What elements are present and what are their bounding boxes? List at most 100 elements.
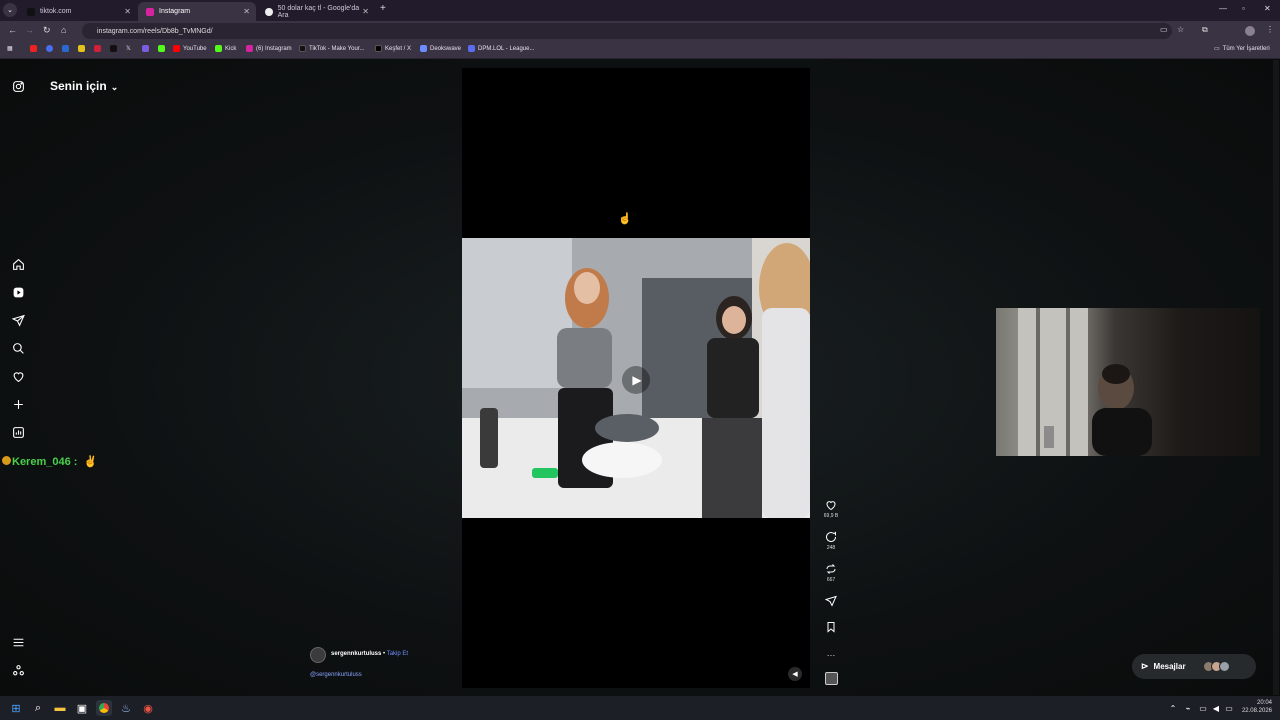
reload-icon[interactable]: ↻ xyxy=(43,25,51,36)
taskbar-search-icon[interactable]: ⌕ xyxy=(30,700,46,716)
network-icon[interactable]: ⌁ xyxy=(1180,700,1196,716)
audio-thumbnail[interactable] xyxy=(822,672,840,685)
home-icon[interactable]: ⌂ xyxy=(61,25,66,35)
webcam-overlay xyxy=(996,308,1260,456)
mute-icon[interactable]: ◀ xyxy=(788,667,802,681)
x-icon[interactable]: 𝕏 xyxy=(126,45,131,52)
messages-button[interactable]: ⊳ Mesajlar xyxy=(1132,654,1256,679)
bookmark-tiktok[interactable]: TikTok - Make Your... xyxy=(299,45,364,52)
meta-apps-icon[interactable] xyxy=(11,663,25,677)
avatar-stack xyxy=(1202,661,1230,672)
apps-icon[interactable]: ▦ xyxy=(7,45,13,52)
dashboard-icon[interactable] xyxy=(11,425,25,439)
follow-button[interactable]: Takip Et xyxy=(387,651,408,657)
instagram-logo-icon[interactable] xyxy=(11,79,25,93)
audio-icon xyxy=(824,672,838,685)
chrome-logo xyxy=(99,703,109,713)
chat-message: Kerem_046 : ✌ xyxy=(2,455,97,468)
address-bar[interactable]: instagram.com/reels/Db8b_TvMNGd/ xyxy=(82,23,1172,39)
bookmark-star-icon[interactable]: ☆ xyxy=(1177,25,1184,34)
bookmark-icon xyxy=(827,622,835,633)
author-avatar[interactable] xyxy=(310,647,326,663)
badge-icon xyxy=(2,456,11,465)
bookmark-icon[interactable] xyxy=(46,45,56,52)
kick-icon[interactable] xyxy=(158,45,168,52)
bookmark-icon[interactable] xyxy=(78,45,88,52)
steam-icon[interactable]: ♨ xyxy=(118,700,134,716)
reels-icon[interactable] xyxy=(11,285,25,299)
system-clock[interactable]: 20:04 22.08.2026 xyxy=(1242,699,1272,715)
tab-tiktok[interactable]: tiktok.com ✕ xyxy=(19,2,137,21)
comment-icon xyxy=(826,531,836,542)
cast-icon[interactable]: ▭ xyxy=(1160,25,1168,34)
close-tab-icon[interactable]: ✕ xyxy=(124,7,131,16)
search-icon[interactable] xyxy=(11,341,25,355)
comment-button[interactable]: 248 xyxy=(822,531,840,551)
feed-selector[interactable]: Senin için ⌄ xyxy=(50,79,118,93)
bookmark-dpm[interactable]: DPM.LOL - League... xyxy=(468,45,534,52)
bookmark-deokswave[interactable]: Deokswave xyxy=(420,45,461,52)
bookmark-instagram[interactable]: (6) Instagram xyxy=(246,45,292,52)
tiktok-icon xyxy=(27,7,35,16)
extensions-icon[interactable]: ⧉ xyxy=(1202,25,1208,35)
mouse-cursor: ☝ xyxy=(618,213,632,225)
chrome-icon[interactable] xyxy=(96,700,112,716)
bookmark-x[interactable]: Keşfet / X xyxy=(375,45,411,52)
close-tab-icon[interactable]: ✕ xyxy=(243,7,250,16)
repost-button[interactable]: 667 xyxy=(822,563,840,583)
create-plus-icon[interactable] xyxy=(11,397,25,411)
window-close-icon[interactable]: ✕ xyxy=(1264,4,1271,13)
store-icon[interactable]: ▣ xyxy=(74,700,90,716)
tab-search-icon[interactable]: ⌄ xyxy=(3,3,17,17)
google-icon xyxy=(265,7,273,16)
all-bookmarks[interactable]: ▭ Tüm Yer İşaretleri xyxy=(1214,45,1270,53)
menu-hamburger-icon[interactable] xyxy=(11,635,25,649)
windows-taskbar xyxy=(0,696,1280,720)
bookmark-icon[interactable] xyxy=(62,45,72,52)
home-icon[interactable] xyxy=(11,257,25,271)
bookmark-icon[interactable] xyxy=(30,45,40,52)
folder-icon: ▭ xyxy=(1214,46,1220,52)
maximize-icon[interactable]: ▫ xyxy=(1242,4,1245,13)
new-tab-icon[interactable]: + xyxy=(380,3,386,14)
app-icon[interactable]: ◉ xyxy=(140,700,156,716)
save-button[interactable] xyxy=(822,621,840,635)
like-count: 69,9 B xyxy=(823,513,839,519)
heart-icon xyxy=(826,501,836,511)
page-scrollbar[interactable] xyxy=(1273,60,1279,695)
profile-icon[interactable] xyxy=(1245,26,1255,36)
play-button[interactable]: ▶ xyxy=(622,366,650,394)
minimize-icon[interactable]: — xyxy=(1219,4,1227,13)
close-tab-icon[interactable]: ✕ xyxy=(362,7,369,16)
author-username[interactable]: sergennkurtuluss xyxy=(331,651,381,657)
tray-chevron-icon[interactable]: ⌃ xyxy=(1165,700,1181,716)
windows-start-icon[interactable]: ⊞ xyxy=(8,700,24,716)
author-row: sergennkurtuluss • Takip Et xyxy=(331,651,408,657)
forward-icon[interactable]: → xyxy=(25,25,34,35)
repost-count: 667 xyxy=(826,577,836,583)
back-icon[interactable]: ← xyxy=(8,25,17,35)
more-options-button[interactable]: … xyxy=(822,648,840,658)
like-button[interactable]: 69,9 B xyxy=(822,499,840,519)
tab-instagram[interactable]: Instagram ✕ xyxy=(138,2,256,21)
bookmark-kick[interactable]: Kick xyxy=(215,45,236,52)
share-button[interactable] xyxy=(822,595,840,609)
heart-icon[interactable] xyxy=(11,369,25,383)
menu-kebab-icon[interactable]: ⋮ xyxy=(1266,25,1274,34)
play-icon: ▶ xyxy=(632,373,642,387)
bookmark-youtube[interactable]: YouTube xyxy=(173,45,207,52)
bookmark-icon[interactable] xyxy=(94,45,104,52)
direct-send-icon[interactable] xyxy=(11,313,25,327)
caption-mention[interactable]: @sergennkurtuluss xyxy=(310,672,362,678)
bookmark-icon[interactable] xyxy=(110,45,120,52)
file-explorer-icon[interactable]: ▬ xyxy=(52,700,68,716)
bookmark-icon[interactable] xyxy=(142,45,152,52)
chevron-down-icon: ⌄ xyxy=(110,82,119,92)
battery-icon[interactable]: ▭ xyxy=(1221,700,1237,716)
emote-icon: ✌ xyxy=(83,456,98,468)
send-icon xyxy=(825,595,837,607)
direct-send-icon: ⊳ xyxy=(1141,661,1149,671)
tab-google-search[interactable]: 50 dolar kaç tl - Google'da Ara ✕ xyxy=(257,2,375,21)
instagram-icon xyxy=(146,7,154,16)
comment-count: 248 xyxy=(826,545,836,551)
